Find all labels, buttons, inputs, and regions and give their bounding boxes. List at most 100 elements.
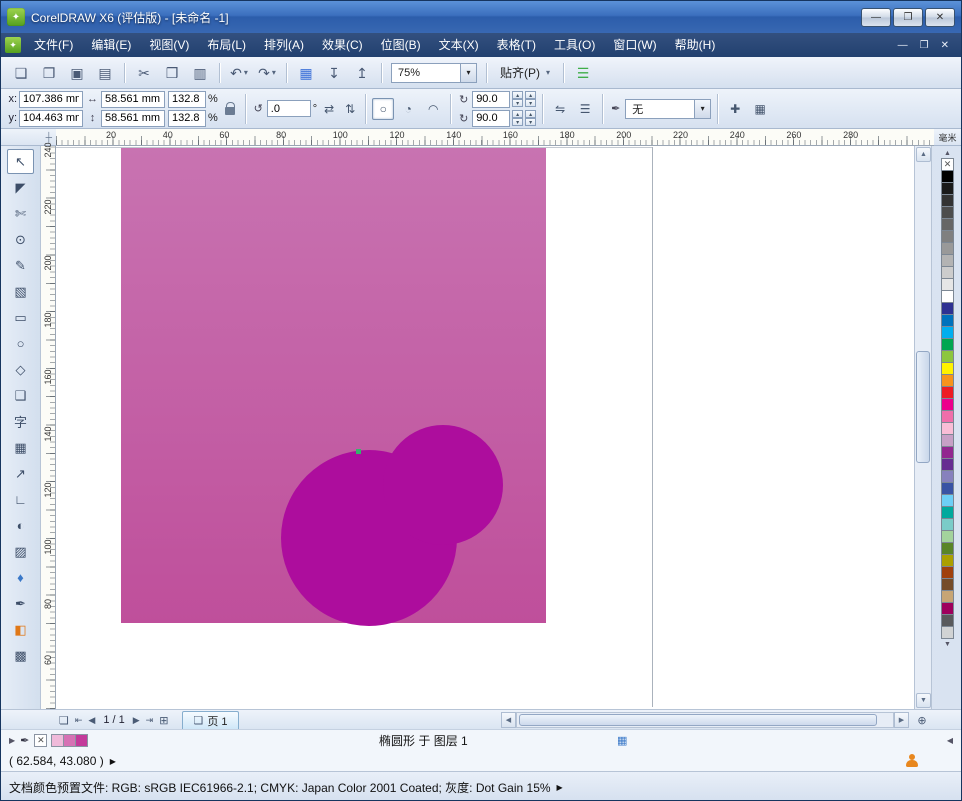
doc-minimize-button[interactable]: — bbox=[898, 40, 908, 51]
mirror-horizontal-button[interactable]: ⇄ bbox=[320, 100, 338, 118]
text-tool[interactable]: 字 bbox=[7, 409, 34, 434]
paste-button[interactable]: ▥ bbox=[187, 60, 213, 86]
ellipse-tool[interactable]: ○ bbox=[7, 331, 34, 356]
small-ellipse-shape[interactable] bbox=[383, 425, 503, 545]
new-document-button[interactable]: ❏ bbox=[8, 60, 34, 86]
copy-button[interactable]: ❒ bbox=[159, 60, 185, 86]
rotation-angle-field[interactable] bbox=[267, 100, 311, 117]
end-angle-step-down-button[interactable]: ▾ bbox=[525, 118, 536, 126]
start-angle-up-button[interactable]: ▴ bbox=[512, 91, 523, 99]
transparency-tool[interactable]: ▨ bbox=[7, 539, 34, 564]
horizontal-ruler[interactable]: 20406080100120140160180200220240260280 bbox=[56, 129, 936, 146]
blend-tool[interactable]: ◐ bbox=[7, 513, 34, 538]
drawing-canvas[interactable] bbox=[56, 146, 914, 709]
vertical-scrollbar[interactable]: ▲ ▼ bbox=[914, 146, 932, 709]
ellipse-mode-button[interactable]: ○ bbox=[372, 98, 394, 120]
menu-item-arrange[interactable]: 排列(A) bbox=[255, 33, 313, 57]
palette-swatch-39[interactable] bbox=[941, 626, 954, 639]
horizontal-scroll-thumb[interactable] bbox=[519, 714, 877, 726]
mirror-vertical-button[interactable]: ⇅ bbox=[341, 100, 359, 118]
fill-tool[interactable]: ◧ bbox=[7, 617, 34, 642]
x-position-field[interactable] bbox=[19, 91, 83, 108]
selection-node[interactable] bbox=[356, 449, 361, 454]
application-launcher-button[interactable]: ▦ bbox=[293, 60, 319, 86]
change-direction-button[interactable]: ⇋ bbox=[549, 98, 571, 120]
menu-item-bitmaps[interactable]: 位图(B) bbox=[372, 33, 430, 57]
y-position-field[interactable] bbox=[19, 110, 83, 127]
color-profile-flyout-icon[interactable]: ▶ bbox=[557, 783, 563, 792]
rectangle-tool[interactable]: ▭ bbox=[7, 305, 34, 330]
object-height-field[interactable] bbox=[101, 110, 165, 127]
maximize-button[interactable]: ❐ bbox=[893, 8, 923, 27]
snap-to-dropdown[interactable]: 贴齐(P) ▾ bbox=[492, 61, 558, 85]
horizontal-scroll-track[interactable] bbox=[516, 712, 894, 728]
end-angle-field[interactable] bbox=[472, 110, 510, 127]
interactive-fill-tool[interactable]: ▩ bbox=[7, 643, 34, 668]
status-flyout-button[interactable]: ▶ bbox=[9, 736, 15, 745]
zoom-caret-icon[interactable]: ▾ bbox=[460, 64, 476, 82]
menu-item-effects[interactable]: 效果(C) bbox=[313, 33, 372, 57]
scroll-down-button[interactable]: ▼ bbox=[916, 693, 931, 708]
collapse-docker-button[interactable]: ◀ bbox=[947, 736, 953, 745]
scroll-right-button[interactable]: ▶ bbox=[894, 712, 909, 728]
outline-pen-tool[interactable]: ✒ bbox=[7, 591, 34, 616]
polygon-tool[interactable]: ◇ bbox=[7, 357, 34, 382]
page-flip-button[interactable]: ❏ bbox=[59, 714, 69, 727]
close-button[interactable]: ✕ bbox=[925, 8, 955, 27]
color-eyedropper-tool[interactable]: ♦ bbox=[7, 565, 34, 590]
zoom-level-select[interactable]: 75% ▾ bbox=[391, 63, 477, 83]
zoom-tool[interactable]: ⊙ bbox=[7, 227, 34, 252]
table-tool[interactable]: ▦ bbox=[7, 435, 34, 460]
doc-close-button[interactable]: ✕ bbox=[941, 40, 949, 51]
undo-button[interactable]: ↶▾ bbox=[226, 60, 252, 86]
dimension-tool[interactable]: ↗ bbox=[7, 461, 34, 486]
crop-tool[interactable]: ✄ bbox=[7, 201, 34, 226]
menu-item-window[interactable]: 窗口(W) bbox=[604, 33, 665, 57]
next-page-button[interactable]: ▶ bbox=[133, 715, 140, 726]
end-angle-step-up-button[interactable]: ▴ bbox=[525, 110, 536, 118]
shape-tool[interactable]: ◤ bbox=[7, 175, 34, 200]
convert-to-curves-button[interactable]: ✚ bbox=[724, 98, 746, 120]
proof-color-icon[interactable]: ▦ bbox=[617, 734, 627, 747]
scale-v-field[interactable] bbox=[168, 110, 206, 127]
vertical-ruler[interactable]: 2402202001801601401201008060 bbox=[41, 146, 56, 709]
first-page-button[interactable]: ⇤ bbox=[75, 715, 83, 726]
menu-item-tools[interactable]: 工具(O) bbox=[545, 33, 604, 57]
import-button[interactable]: ↧ bbox=[321, 60, 347, 86]
print-button[interactable]: ▤ bbox=[92, 60, 118, 86]
lock-ratio-button[interactable] bbox=[221, 100, 239, 118]
basic-shapes-tool[interactable]: ❑ bbox=[7, 383, 34, 408]
previous-page-button[interactable]: ◀ bbox=[88, 715, 95, 726]
menu-item-edit[interactable]: 编辑(E) bbox=[82, 33, 140, 57]
smart-fill-tool[interactable]: ▧ bbox=[7, 279, 34, 304]
start-angle-down-button[interactable]: ▾ bbox=[512, 99, 523, 107]
scale-h-field[interactable] bbox=[168, 91, 206, 108]
end-angle-down-button[interactable]: ▾ bbox=[512, 118, 523, 126]
start-angle-step-down-button[interactable]: ▾ bbox=[525, 99, 536, 107]
menu-item-view[interactable]: 视图(V) bbox=[140, 33, 198, 57]
options-button[interactable]: ☰ bbox=[570, 60, 596, 86]
scroll-up-button[interactable]: ▲ bbox=[916, 147, 931, 162]
open-button[interactable]: ❐ bbox=[36, 60, 62, 86]
pie-mode-button[interactable]: ◔ bbox=[397, 98, 419, 120]
scroll-left-button[interactable]: ◀ bbox=[501, 712, 516, 728]
menu-item-layout[interactable]: 布局(L) bbox=[198, 33, 255, 57]
object-width-field[interactable] bbox=[101, 91, 165, 108]
menu-item-text[interactable]: 文本(X) bbox=[430, 33, 488, 57]
arc-mode-button[interactable]: ◠ bbox=[422, 98, 444, 120]
connector-tool[interactable]: ∟ bbox=[7, 487, 34, 512]
cut-button[interactable]: ✂ bbox=[131, 60, 157, 86]
freehand-tool[interactable]: ✎ bbox=[7, 253, 34, 278]
menu-item-help[interactable]: 帮助(H) bbox=[666, 33, 725, 57]
user-account-icon[interactable] bbox=[905, 754, 919, 768]
palette-scroll-down-button[interactable]: ▼ bbox=[941, 639, 954, 650]
coordinates-flyout-icon[interactable]: ▶ bbox=[110, 757, 116, 766]
doc-restore-button[interactable]: ❐ bbox=[920, 40, 929, 51]
outline-width-caret-icon[interactable]: ▾ bbox=[694, 100, 710, 118]
last-page-button[interactable]: ⇥ bbox=[146, 715, 154, 726]
minimize-button[interactable]: — bbox=[861, 8, 891, 27]
save-button[interactable]: ▣ bbox=[64, 60, 90, 86]
pick-tool[interactable]: ↖ bbox=[7, 149, 34, 174]
object-properties-button[interactable]: ▦ bbox=[749, 98, 771, 120]
horizontal-scrollbar[interactable]: ◀ ▶ bbox=[501, 712, 909, 728]
